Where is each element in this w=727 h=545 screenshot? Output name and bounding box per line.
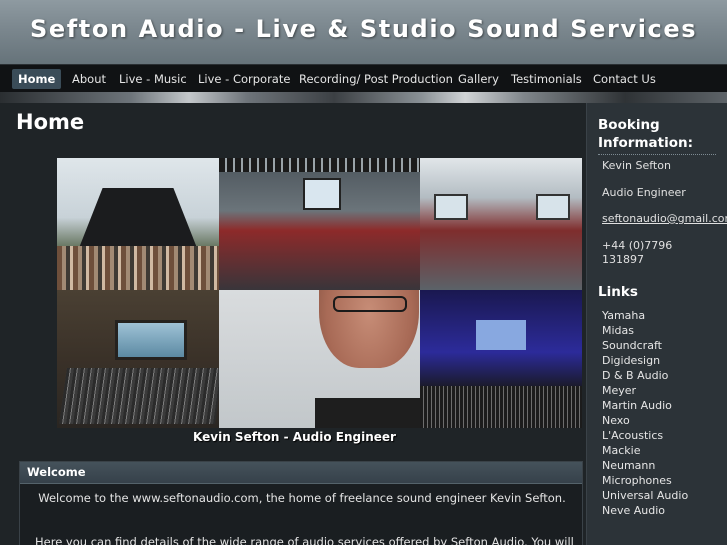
stadium-stage-photo (420, 158, 582, 290)
contact-phone-line1: +44 (0)7796 (602, 239, 673, 252)
photo-caption: Kevin Sefton - Audio Engineer (193, 430, 396, 444)
nav-item-home[interactable]: Home (12, 69, 62, 89)
contact-name: Kevin Sefton (602, 159, 671, 172)
link-universal-audio[interactable]: Universal Audio (602, 488, 692, 503)
banner-strip (0, 92, 727, 103)
nav-item-recording-post-production[interactable]: Recording/ Post Production (293, 69, 459, 89)
nav-item-about[interactable]: About (66, 69, 112, 89)
services-paragraph: Here you can find details of the wide ra… (35, 535, 574, 545)
welcome-heading: Welcome (20, 462, 582, 484)
corporate-event-photo (420, 290, 582, 428)
site-title: Sefton Audio - Live & Studio Sound Servi… (30, 15, 698, 43)
contact-role: Audio Engineer (602, 186, 686, 199)
link-nexo[interactable]: Nexo (602, 413, 692, 428)
link-mackie[interactable]: Mackie (602, 443, 692, 458)
photo-collage (57, 158, 582, 428)
link-soundcraft[interactable]: Soundcraft (602, 338, 692, 353)
main-content: Home Kevin Sefton - Audio Engineer Welco… (0, 103, 586, 545)
booking-heading: Booking Information: (598, 116, 716, 155)
nav-item-live-corporate[interactable]: Live - Corporate (192, 69, 296, 89)
welcome-panel: Welcome Welcome to the www.seftonaudio.c… (19, 461, 583, 545)
contact-email-link[interactable]: seftonaudio@gmail.com (602, 212, 727, 225)
nav-item-testimonials[interactable]: Testimonials (505, 69, 588, 89)
engineer-portrait-photo (219, 290, 420, 428)
festival-stage-photo (57, 158, 219, 290)
sidebar: Booking Information: Kevin Sefton Audio … (586, 103, 727, 545)
site-header: Sefton Audio - Live & Studio Sound Servi… (0, 0, 727, 64)
nav-item-live-music[interactable]: Live - Music (113, 69, 193, 89)
contact-phone-line2: 131897 (602, 253, 644, 266)
main-navigation: Home About Live - Music Live - Corporate… (0, 64, 727, 92)
page-title: Home (16, 110, 85, 134)
link-martin-audio[interactable]: Martin Audio (602, 398, 692, 413)
links-list: Yamaha Midas Soundcraft Digidesign D & B… (602, 308, 692, 518)
link-neumann-microphones[interactable]: Neumann Microphones (602, 458, 692, 488)
link-meyer[interactable]: Meyer (602, 383, 692, 398)
studio-console-photo (57, 290, 219, 428)
nav-item-gallery[interactable]: Gallery (452, 69, 505, 89)
welcome-paragraph: Welcome to the www.seftonaudio.com, the … (38, 491, 566, 505)
arena-stage-photo (219, 158, 420, 290)
link-neve-audio[interactable]: Neve Audio (602, 503, 692, 518)
link-yamaha[interactable]: Yamaha (602, 308, 692, 323)
links-heading: Links (598, 284, 638, 300)
link-lacoustics[interactable]: L'Acoustics (602, 428, 692, 443)
nav-item-contact-us[interactable]: Contact Us (587, 69, 662, 89)
link-midas[interactable]: Midas (602, 323, 692, 338)
link-db-audio[interactable]: D & B Audio (602, 368, 692, 383)
link-digidesign[interactable]: Digidesign (602, 353, 692, 368)
